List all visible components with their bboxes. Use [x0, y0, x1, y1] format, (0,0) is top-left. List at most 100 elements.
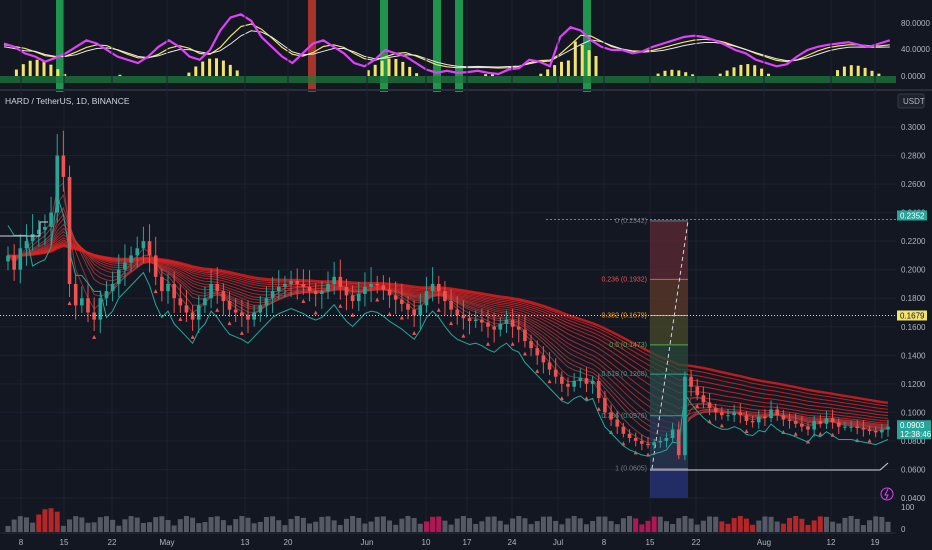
candle-body — [578, 378, 583, 381]
candle-body — [720, 412, 724, 416]
volume-bar — [676, 518, 682, 532]
volume-bar — [91, 522, 97, 532]
volume-bar — [522, 518, 528, 532]
candle-body — [196, 305, 201, 320]
oscillator-histogram-bar — [732, 67, 736, 76]
oscillator-histogram-bar — [594, 56, 598, 76]
volume-bar — [793, 516, 799, 532]
volume-bar — [645, 520, 651, 532]
volume-bar — [399, 518, 405, 532]
candle-body — [123, 262, 127, 270]
volume-bar — [602, 516, 608, 532]
oscillator-histogram-bar — [746, 64, 750, 76]
oscillator-histogram-bar — [21, 64, 25, 76]
fib-level-label: 0.236 (0.1932) — [601, 276, 647, 283]
volume-bar — [448, 524, 454, 532]
candle-body — [141, 241, 146, 249]
candle-body — [523, 329, 527, 342]
candle-body — [535, 348, 540, 356]
oscillator-histogram-bar — [380, 60, 384, 76]
candle-body — [313, 291, 318, 294]
oscillator-histogram-bar — [656, 73, 660, 76]
candle-body — [240, 312, 244, 316]
volume-bar — [23, 517, 29, 532]
oscillator-histogram-bar — [187, 72, 191, 76]
volume-bar — [423, 521, 429, 532]
volume-bar — [682, 516, 688, 532]
candle-body — [92, 312, 96, 320]
volume-bar — [627, 516, 633, 532]
volume-bar — [331, 520, 337, 532]
candle-body — [615, 419, 620, 427]
candle-body — [873, 430, 878, 433]
oscillator-histogram-bar — [546, 69, 550, 76]
candle-body — [880, 429, 884, 433]
oscillator-histogram-bar — [663, 70, 667, 76]
volume-bar — [85, 522, 91, 532]
volume-bar — [17, 516, 23, 532]
candle-body — [172, 283, 176, 299]
osc-tick-40: 40.0000 — [901, 45, 930, 54]
candle-body — [726, 415, 730, 417]
volume-bar — [565, 518, 571, 532]
volume-bar — [368, 521, 374, 532]
candle-body — [12, 255, 16, 270]
candle-body — [227, 301, 232, 310]
volume-bar — [805, 524, 811, 532]
volume-bar — [294, 516, 300, 532]
candle-body — [289, 281, 293, 284]
candle-body — [338, 276, 343, 287]
volume-bar — [774, 521, 780, 532]
oscillator-histogram-bar — [118, 74, 122, 76]
candle-body — [467, 318, 472, 322]
volume-bar — [73, 516, 79, 532]
oscillator-histogram-bar — [201, 61, 205, 76]
candle-body — [412, 309, 416, 316]
candle-body — [504, 319, 509, 324]
oscillator-histogram-bar — [849, 65, 853, 76]
time-tick-label: 8 — [19, 538, 24, 547]
volume-bar — [787, 517, 793, 532]
volume-bar — [497, 520, 503, 532]
oscillator-histogram-bar — [408, 66, 412, 76]
volume-bar — [799, 518, 805, 532]
oscillator-histogram-bar — [856, 65, 860, 76]
fib-level-label: 0.786 (0.0976) — [601, 413, 647, 420]
volume-bar — [885, 521, 891, 532]
candle-body — [498, 323, 503, 330]
volume-bar — [547, 516, 553, 532]
volume-bar — [460, 516, 466, 532]
volume-bar — [97, 517, 103, 532]
fib-zone — [650, 220, 688, 280]
candle-body — [363, 286, 367, 294]
oscillator-histogram-bar — [194, 66, 198, 76]
candle-body — [812, 420, 816, 430]
volume-bar — [276, 520, 282, 532]
oscillator-histogram-bar — [587, 50, 591, 76]
volume-bar — [257, 521, 263, 532]
oscillator-histogram-bar — [836, 70, 839, 76]
volume-bar — [177, 519, 183, 532]
volume-bar — [307, 523, 313, 532]
volume-bar — [183, 516, 189, 532]
volume-bar — [356, 517, 362, 532]
oscillator-histogram-bar — [387, 58, 391, 76]
candle-body — [98, 298, 103, 320]
price-tick-label: 0.2000 — [901, 266, 926, 275]
volume-bar — [467, 518, 473, 532]
fib-zone — [650, 279, 688, 316]
volume-bar — [319, 516, 325, 532]
volume-bar — [503, 524, 509, 532]
candle-body — [775, 409, 780, 416]
candle-body — [603, 398, 607, 413]
volume-bar — [411, 518, 417, 532]
volume-bar — [651, 516, 657, 532]
candle-body — [86, 298, 90, 313]
candle-body — [664, 438, 669, 441]
volume-bar — [639, 524, 645, 532]
price-tick-label: 0.1600 — [901, 323, 926, 332]
time-tick-label: Aug — [757, 538, 771, 547]
time-tick-label: 22 — [692, 538, 701, 547]
volume-bar — [239, 516, 245, 532]
candle-body — [830, 418, 835, 423]
